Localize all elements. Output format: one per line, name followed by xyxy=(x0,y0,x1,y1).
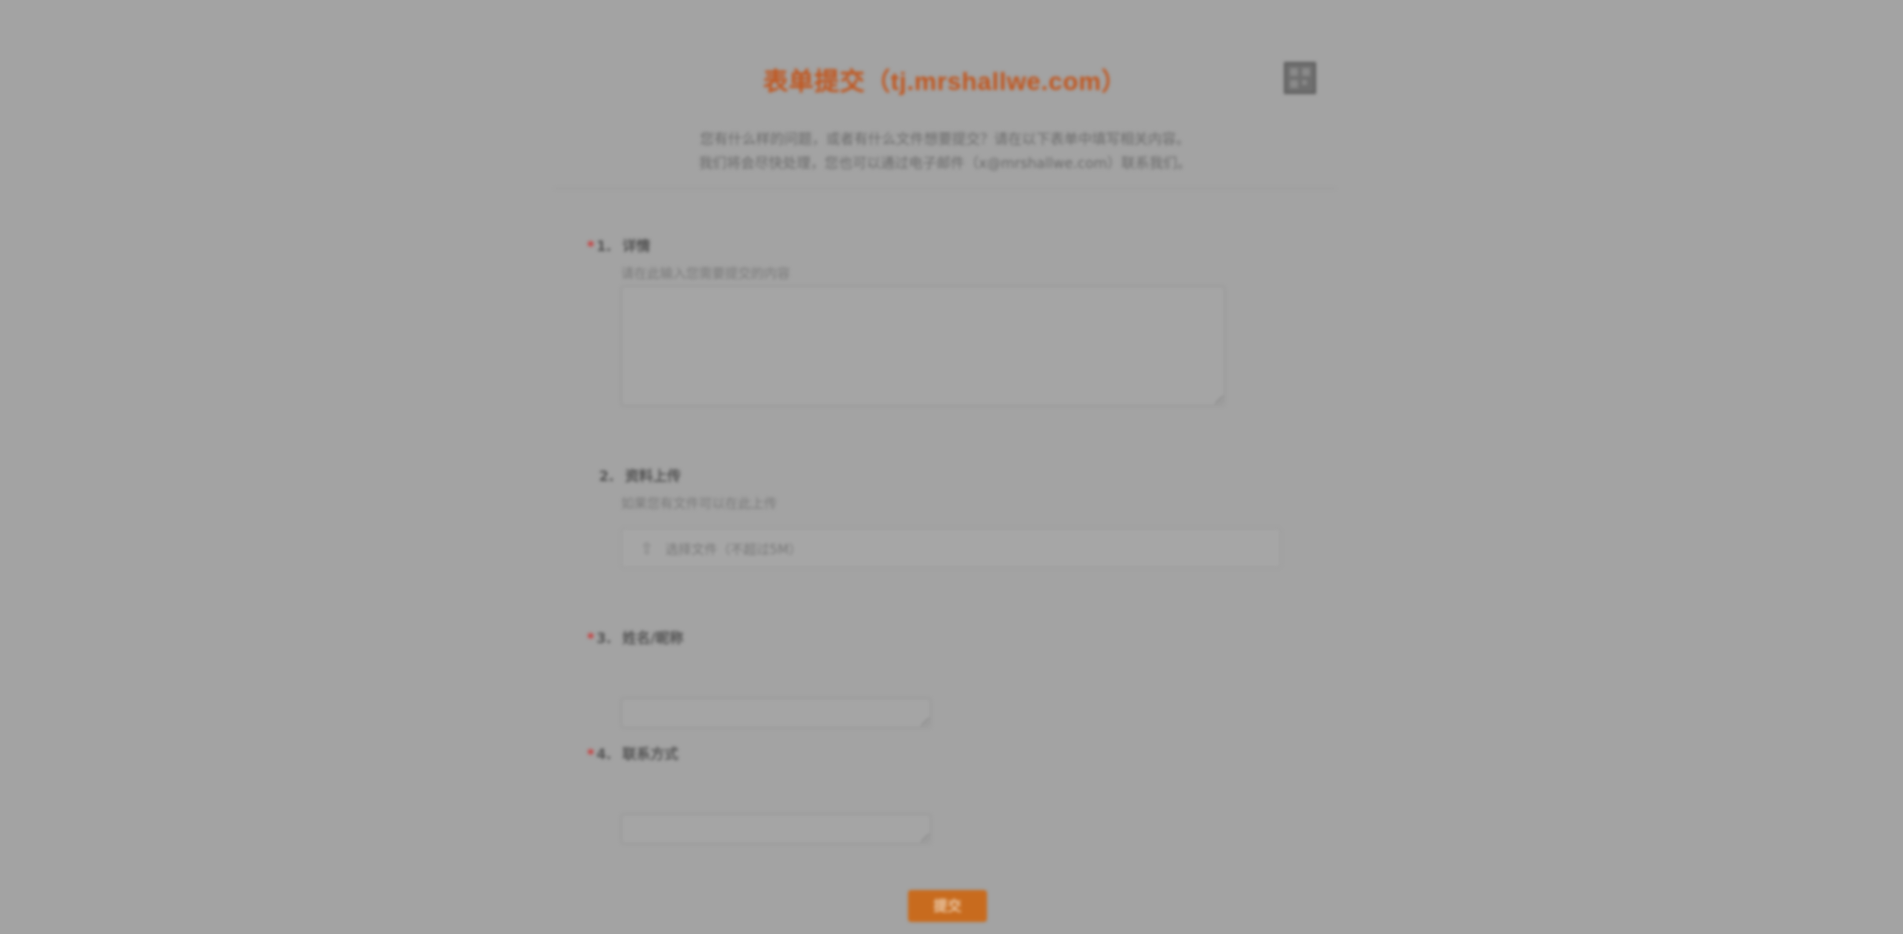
question-number: 1. xyxy=(596,239,612,255)
details-textarea[interactable] xyxy=(621,286,1225,406)
question-header: 2. 资料上传 xyxy=(587,466,681,486)
required-mark: * xyxy=(587,631,595,647)
upload-label: 选择文件（不超过5M） xyxy=(665,542,802,558)
form-description: 您有什么样的问题，或者有什么文件想要提交？请在以下表单中填写相关内容。 我们将会… xyxy=(555,128,1335,176)
header-divider xyxy=(555,188,1335,189)
question-label: 姓名/昵称 xyxy=(622,631,684,647)
description-line: 您有什么样的问题，或者有什么文件想要提交？请在以下表单中填写相关内容。 xyxy=(700,132,1190,148)
question-hint: 如果您有文件可以在此上传 xyxy=(621,497,778,512)
upload-icon: ⇧ xyxy=(640,538,654,558)
submit-button[interactable]: 提交 xyxy=(908,890,987,922)
file-upload-button[interactable]: ⇧ 选择文件（不超过5M） xyxy=(621,528,1281,568)
question-header: * 4. 联系方式 xyxy=(587,744,678,764)
question-label: 详情 xyxy=(622,239,651,255)
required-mark: * xyxy=(587,239,595,255)
question-header: * 1. 详情 xyxy=(587,236,650,256)
question-label: 联系方式 xyxy=(622,747,679,763)
question-number: 3. xyxy=(596,631,612,647)
page-overlay: 表单提交（tj.mrshallwe.com） 您有什么样的问题，或者有什么文件想… xyxy=(0,0,1903,934)
description-line: 我们将会尽快处理，您也可以通过电子邮件（x@mrshallwe.com）联系我们… xyxy=(698,156,1192,172)
question-header: * 3. 姓名/昵称 xyxy=(587,628,683,648)
question-number: 2. xyxy=(599,469,615,485)
name-textarea[interactable] xyxy=(621,698,931,728)
form-card: 表单提交（tj.mrshallwe.com） 您有什么样的问题，或者有什么文件想… xyxy=(555,40,1335,934)
qr-code-icon[interactable] xyxy=(1284,62,1316,94)
form-title: 表单提交（tj.mrshallwe.com） xyxy=(763,68,1127,96)
required-mark: * xyxy=(587,747,595,763)
contact-textarea[interactable] xyxy=(621,814,931,844)
question-hint: 请在此输入您需要提交的内容 xyxy=(621,267,791,282)
question-number: 4. xyxy=(596,747,612,763)
question-label: 资料上传 xyxy=(625,469,681,485)
